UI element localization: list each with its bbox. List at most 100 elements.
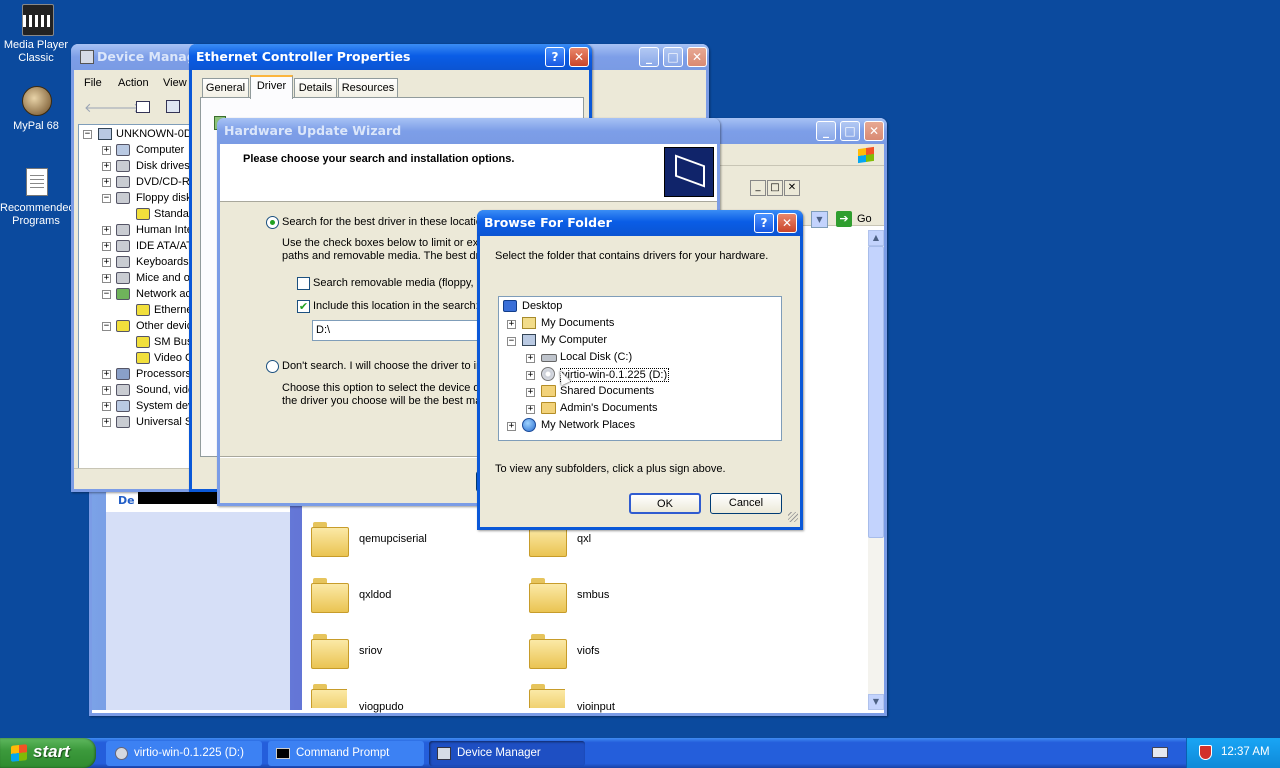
console-tree-icon[interactable] (136, 101, 150, 113)
expand-toggle[interactable]: − (102, 194, 111, 203)
menu-view[interactable]: View (163, 77, 187, 89)
desktop-icon-recommended[interactable]: Recommended Programs (0, 166, 75, 230)
search-removable-label[interactable]: Search removable media (floppy, CD (313, 277, 493, 289)
device-tree-item[interactable]: Etherne (154, 304, 193, 316)
tab-driver[interactable]: Driver (250, 75, 293, 99)
expand-toggle[interactable]: + (102, 370, 111, 379)
folder-label[interactable]: qemupciserial (359, 533, 427, 545)
include-location-checkbox[interactable]: ✔ (297, 300, 310, 313)
folder-label[interactable]: viogpudo (359, 701, 404, 713)
device-tree-item[interactable]: Human Inte (136, 224, 192, 236)
folder-icon[interactable] (529, 634, 567, 669)
expand-toggle[interactable]: + (526, 405, 535, 414)
expand-toggle[interactable]: + (102, 178, 111, 187)
browse-folder-dialog[interactable]: Browse For Folder ? ✕ Select the folder … (477, 210, 803, 530)
search-best-driver-label[interactable]: Search for the best driver in these loca… (282, 216, 488, 228)
minimize-button[interactable]: _ (639, 47, 659, 67)
device-tree-item[interactable]: Disk drives (136, 160, 190, 172)
tree-item-network[interactable]: My Network Places (541, 419, 635, 431)
device-tree-item[interactable]: DVD/CD-RO (136, 176, 192, 188)
expand-toggle[interactable]: + (102, 402, 111, 411)
ethernet-properties-titlebar[interactable]: Ethernet Controller Properties (189, 44, 592, 70)
folder-label[interactable]: viofs (577, 645, 600, 657)
help-button[interactable]: ? (545, 47, 565, 67)
tree-item-virtio[interactable]: virtio-win-0.1.225 (D:) (560, 368, 670, 382)
folder-tree[interactable]: Desktop + My Documents − My Computer + L… (498, 296, 782, 441)
expand-toggle[interactable]: + (102, 258, 111, 267)
inner-min-button[interactable]: _ (750, 180, 766, 196)
folder-label[interactable]: qxldod (359, 589, 391, 601)
folder-icon[interactable] (311, 684, 347, 708)
folder-icon[interactable] (311, 578, 349, 613)
folder-icon[interactable] (311, 522, 349, 557)
folder-label[interactable]: vioinput (577, 701, 615, 713)
expand-toggle[interactable]: − (102, 290, 111, 299)
folder-label[interactable]: smbus (577, 589, 609, 601)
close-button[interactable]: ✕ (569, 47, 589, 67)
maximize-button[interactable]: □ (840, 121, 860, 141)
device-tree-item[interactable]: Processors (136, 368, 191, 380)
device-tree-item[interactable]: Computer (136, 144, 184, 156)
include-location-label[interactable]: Include this location in the search: (313, 300, 479, 312)
go-arrow-icon[interactable]: ➔ (836, 211, 852, 227)
tree-item-my-computer[interactable]: My Computer (541, 334, 607, 346)
device-tree-item[interactable]: Standa (154, 208, 189, 220)
device-tree-item[interactable]: Floppy disk (136, 192, 192, 204)
tab-resources[interactable]: Resources (338, 78, 398, 98)
expand-toggle[interactable]: + (526, 371, 535, 380)
inner-close-button[interactable]: ✕ (784, 180, 800, 196)
tree-root[interactable]: UNKNOWN-0D1 (116, 128, 198, 140)
device-tree-item[interactable]: SM Bus (154, 336, 193, 348)
address-dropdown-button[interactable]: ▼ (811, 211, 828, 228)
device-tree-item[interactable]: Keyboards (136, 256, 189, 268)
taskbar-item-command-prompt[interactable]: Command Prompt (268, 741, 424, 766)
start-button[interactable]: start (0, 738, 96, 768)
taskbar-item-device-manager[interactable]: Device Manager (429, 741, 585, 766)
security-shield-icon[interactable] (1199, 745, 1212, 760)
vertical-scrollbar[interactable]: ▲ ▼ (868, 230, 884, 710)
properties-icon[interactable] (166, 100, 180, 113)
dont-search-radio[interactable] (266, 360, 279, 373)
collapse-toggle[interactable]: − (507, 337, 516, 346)
taskbar-item-virtio[interactable]: virtio-win-0.1.225 (D:) (106, 741, 262, 766)
resize-grip-icon[interactable] (788, 512, 798, 522)
minimize-button[interactable]: _ (816, 121, 836, 141)
cancel-button[interactable]: Cancel (710, 493, 782, 514)
expand-toggle[interactable]: + (102, 242, 111, 251)
tree-item-desktop[interactable]: Desktop (522, 300, 562, 312)
expand-toggle[interactable]: + (507, 422, 516, 431)
hardware-wizard-titlebar[interactable]: Hardware Update Wizard (217, 118, 720, 144)
go-button-label[interactable]: Go (857, 213, 872, 225)
maximize-button[interactable]: □ (663, 47, 683, 67)
inner-max-button[interactable]: □ (767, 180, 783, 196)
close-button[interactable]: ✕ (864, 121, 884, 141)
tab-details[interactable]: Details (294, 78, 337, 98)
tree-item-local-disk[interactable]: Local Disk (C:) (560, 351, 632, 363)
device-tree-item[interactable]: Sound, vide (136, 384, 192, 396)
folder-label[interactable]: qxl (577, 533, 591, 545)
expand-toggle[interactable]: + (526, 388, 535, 397)
device-tree-item[interactable]: Mice and ot (136, 272, 192, 284)
desktop-icon-mypal[interactable]: MyPal 68 (0, 84, 72, 136)
expand-toggle[interactable]: + (507, 320, 516, 329)
ok-button[interactable]: OK (629, 493, 701, 514)
desktop-icon-media-player[interactable]: Media Player Classic (0, 2, 72, 68)
device-tree-item[interactable]: Other devic (136, 320, 192, 332)
expand-toggle[interactable]: + (102, 226, 111, 235)
device-tree-item[interactable]: IDE ATA/AT (136, 240, 192, 252)
expand-toggle[interactable]: + (102, 162, 111, 171)
device-tree-item[interactable]: Video C (154, 352, 193, 364)
expand-toggle[interactable]: − (102, 322, 111, 331)
folder-icon[interactable] (311, 634, 349, 669)
tab-general[interactable]: General (202, 78, 249, 98)
device-tree-item[interactable]: System dev (136, 400, 192, 412)
help-button[interactable]: ? (754, 213, 774, 233)
tree-item-admins-documents[interactable]: Admin's Documents (560, 402, 657, 414)
expand-toggle[interactable]: − (83, 130, 92, 139)
folder-label[interactable]: sriov (359, 645, 382, 657)
expand-toggle[interactable]: + (102, 418, 111, 427)
close-button[interactable]: ✕ (687, 47, 707, 67)
expand-toggle[interactable]: + (526, 354, 535, 363)
device-tree-item[interactable]: Network ac (136, 288, 191, 300)
menu-action[interactable]: Action (118, 77, 149, 89)
